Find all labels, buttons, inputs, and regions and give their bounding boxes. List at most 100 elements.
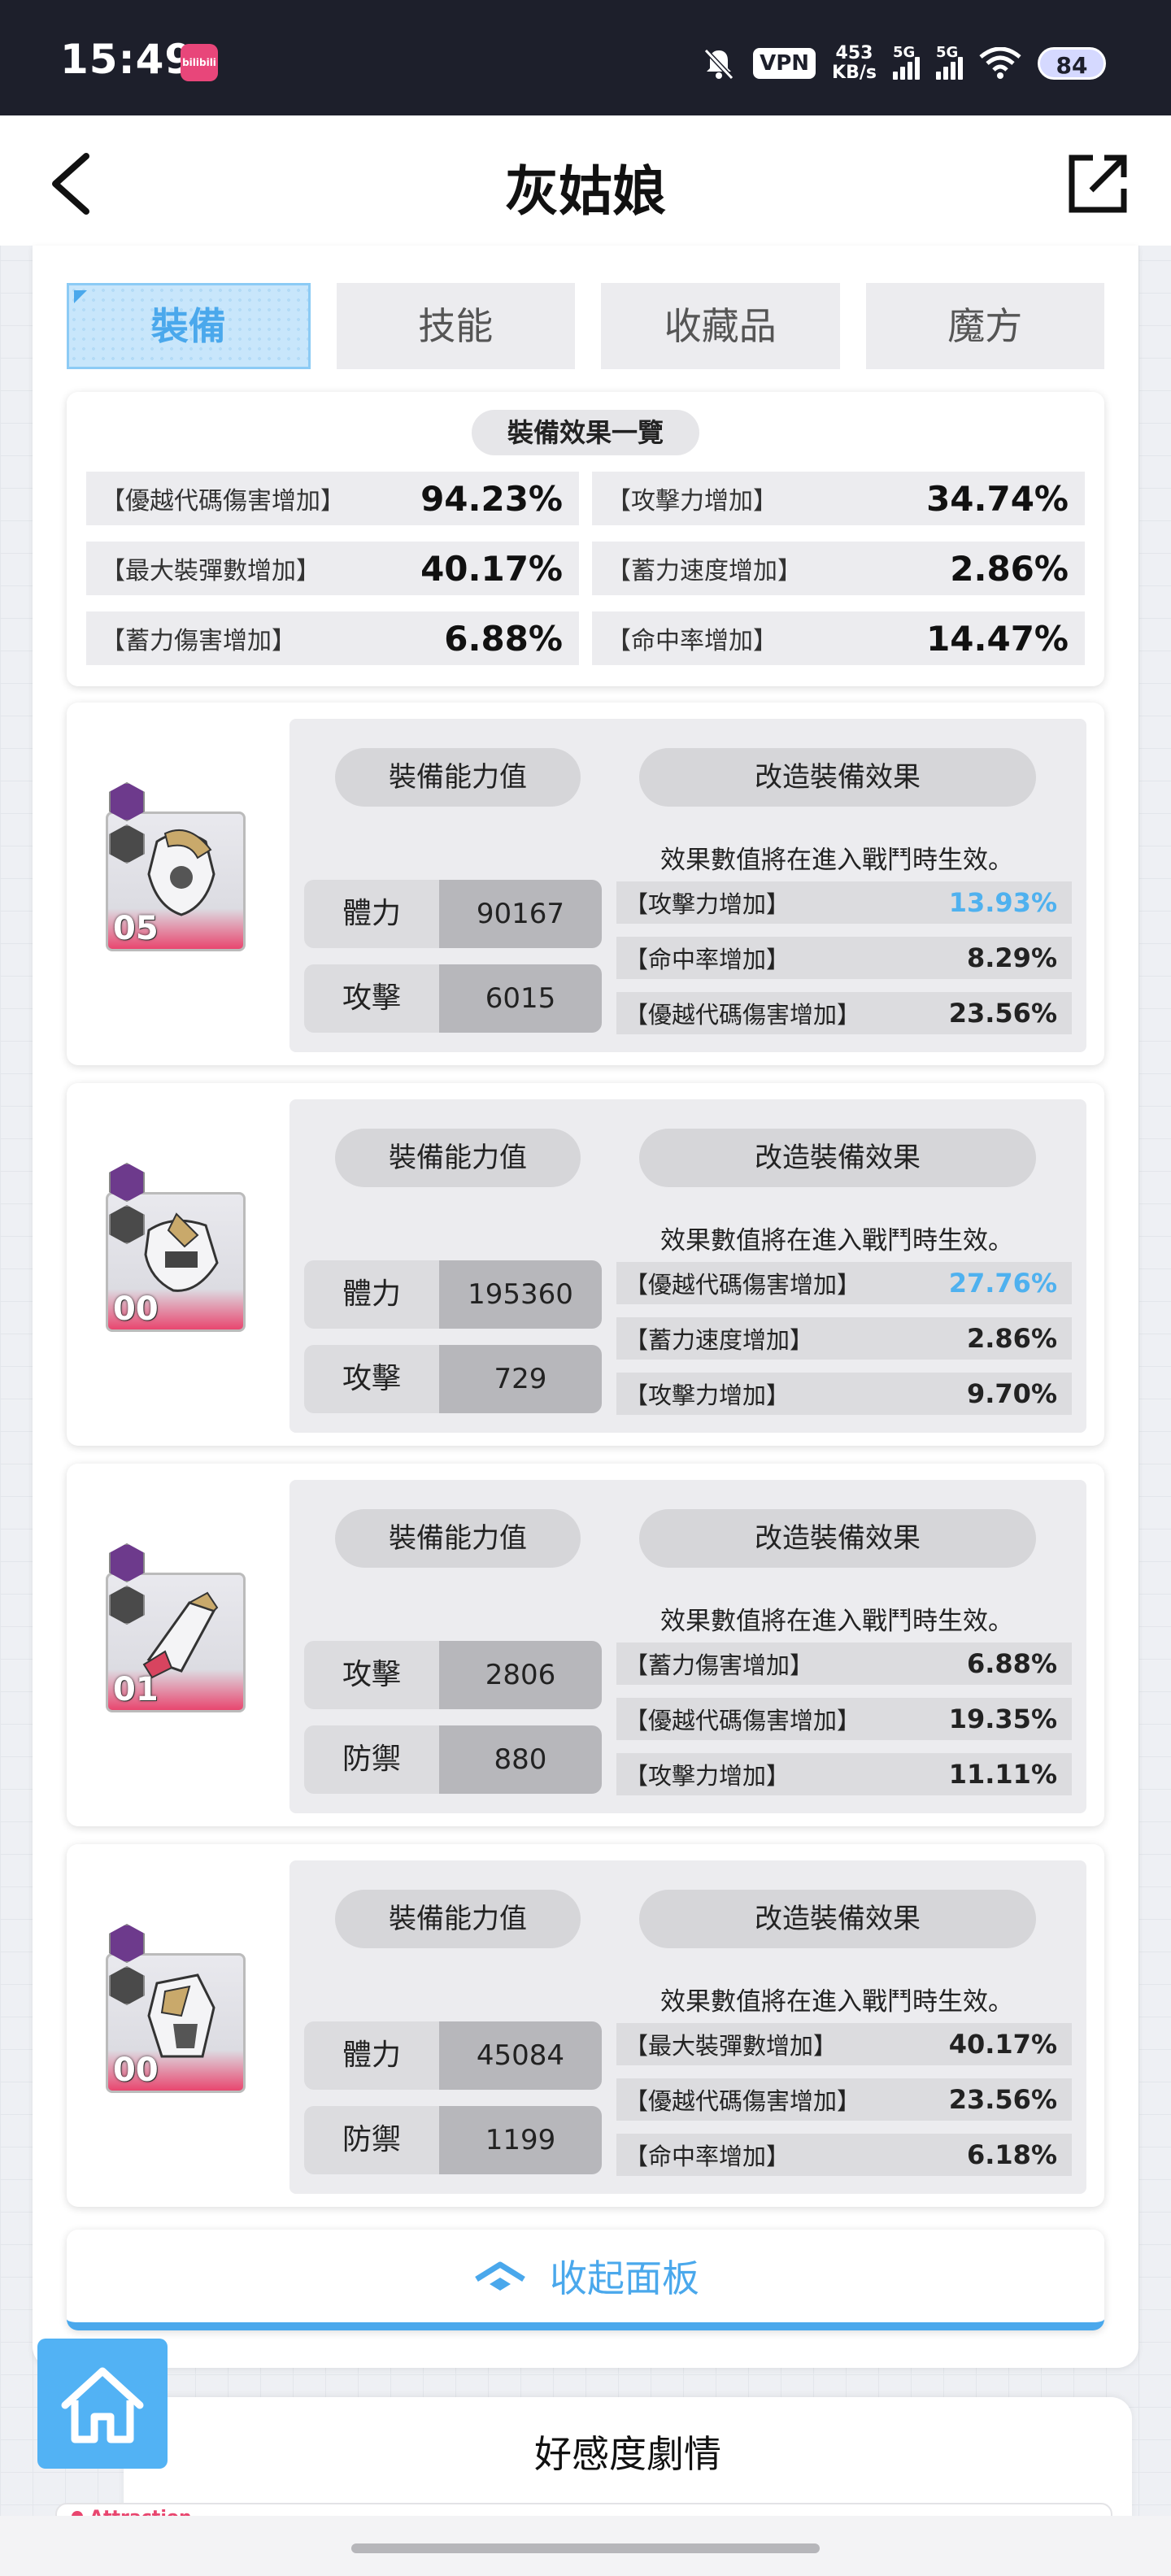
summary-row: 【優越代碼傷害增加】 94.23% xyxy=(86,472,579,525)
mod-row: 【命中率增加】 8.29% xyxy=(616,937,1072,979)
external-link-icon[interactable] xyxy=(1065,151,1130,216)
mod-label: 【優越代碼傷害增加】 xyxy=(625,2087,861,2115)
system-nav-bar xyxy=(0,2516,1171,2576)
mod-label: 【蓄力速度增加】 xyxy=(625,1326,814,1354)
stat-value: 729 xyxy=(439,1345,602,1413)
stat-value: 880 xyxy=(439,1725,602,1794)
mod-value: 8.29% xyxy=(966,942,1057,973)
mod-label: 【蓄力傷害增加】 xyxy=(625,1651,814,1679)
mod-value: 19.35% xyxy=(948,1704,1057,1734)
mod-row: 【優越代碼傷害增加】 23.56% xyxy=(616,992,1072,1034)
stat-row: 防禦 880 xyxy=(304,1725,602,1794)
mods-label: 改造裝備效果 xyxy=(639,748,1036,807)
mod-row: 【命中率增加】 6.18% xyxy=(616,2134,1072,2176)
mod-row: 【優越代碼傷害增加】 27.76% xyxy=(616,1262,1072,1304)
equipment-image-icon xyxy=(147,1973,215,2058)
tab-collection[interactable]: 收藏品 xyxy=(601,283,840,369)
net-speed: 453 KB/s xyxy=(832,44,877,83)
stat-value: 90167 xyxy=(439,880,602,948)
stat-row: 體力 90167 xyxy=(304,880,602,948)
wifi-icon xyxy=(979,47,1021,79)
stat-name: 攻擊 xyxy=(304,1345,439,1413)
mod-value: 9.70% xyxy=(966,1378,1057,1409)
effect-notice: 效果數值將在進入戰鬥時生效。 xyxy=(660,1226,1013,1255)
stat-row: 攻擊 6015 xyxy=(304,964,602,1033)
signal-label-1: 5G xyxy=(893,44,916,61)
stat-value: 1199 xyxy=(439,2106,602,2174)
summary-title: 裝備效果一覽 xyxy=(472,410,699,455)
mod-label: 【命中率增加】 xyxy=(625,946,790,973)
stat-name: 體力 xyxy=(304,2021,439,2090)
tab-skills[interactable]: 技能 xyxy=(336,283,575,369)
mod-value: 23.56% xyxy=(948,2084,1057,2115)
stat-name: 體力 xyxy=(304,880,439,948)
equipment-effect-summary: 裝備效果一覽 【優越代碼傷害增加】 94.23% 【攻擊力增加】 34.74% … xyxy=(67,392,1104,686)
summary-label: 【攻擊力增加】 xyxy=(607,487,777,516)
tab-cube[interactable]: 魔方 xyxy=(865,283,1104,369)
stat-row: 攻擊 729 xyxy=(304,1345,602,1413)
equipment-level: 00 xyxy=(113,1290,159,1328)
bell-off-icon xyxy=(703,48,734,80)
stat-name: 防禦 xyxy=(304,1725,439,1794)
app-header: 灰姑娘 xyxy=(0,115,1171,246)
stat-row: 防禦 1199 xyxy=(304,2106,602,2174)
net-speed-unit: KB/s xyxy=(832,63,877,83)
mod-row: 【優越代碼傷害增加】 19.35% xyxy=(616,1698,1072,1740)
mod-row: 【攻擊力增加】 11.11% xyxy=(616,1753,1072,1795)
mod-value: 6.18% xyxy=(966,2139,1057,2170)
mod-value: 13.93% xyxy=(948,887,1057,918)
summary-label: 【蓄力傷害增加】 xyxy=(101,627,296,655)
equipment-image-icon xyxy=(147,829,215,916)
home-button[interactable] xyxy=(37,2339,168,2469)
collapse-panel-button[interactable]: 收起面板 xyxy=(67,2230,1104,2330)
equipment-details: 裝備能力值 改造裝備效果 效果數值將在進入戰鬥時生效。 體力 90167 攻擊 … xyxy=(289,719,1086,1052)
stat-name: 攻擊 xyxy=(304,964,439,1033)
summary-row: 【命中率增加】 14.47% xyxy=(592,611,1085,665)
equipment-image-icon xyxy=(144,1212,219,1292)
mod-value: 27.76% xyxy=(948,1268,1057,1299)
vpn-badge: VPN xyxy=(753,48,816,79)
mod-value: 6.88% xyxy=(966,1648,1057,1679)
summary-row: 【蓄力傷害增加】 6.88% xyxy=(86,611,579,665)
battery-indicator: 84 xyxy=(1038,47,1106,80)
signal-label-2: 5G xyxy=(936,44,959,61)
signal-icon-1: 5G xyxy=(893,44,920,80)
mod-row: 【攻擊力增加】 13.93% xyxy=(616,881,1072,924)
stat-value: 6015 xyxy=(439,964,602,1033)
stat-value: 2806 xyxy=(439,1641,602,1709)
stats-label: 裝備能力值 xyxy=(335,748,581,807)
signal-icon-2: 5G xyxy=(936,44,963,80)
stat-value: 195360 xyxy=(439,1260,602,1329)
mods-label: 改造裝備效果 xyxy=(639,1890,1036,1948)
equipment-image-icon xyxy=(142,1591,219,1679)
mod-label: 【優越代碼傷害增加】 xyxy=(625,1707,861,1734)
mod-value: 11.11% xyxy=(948,1759,1057,1790)
stat-name: 防禦 xyxy=(304,2106,439,2174)
page-title: 灰姑娘 xyxy=(505,160,666,223)
mod-label: 【優越代碼傷害增加】 xyxy=(625,1271,861,1299)
character-detail-panel: 裝備 技能 收藏品 魔方 裝備效果一覽 【優越代碼傷害增加】 94.23% 【攻… xyxy=(33,246,1138,2368)
net-speed-value: 453 xyxy=(835,43,873,63)
equipment-level: 01 xyxy=(113,1671,159,1708)
summary-value: 6.88% xyxy=(444,618,563,659)
summary-row: 【最大裝彈數增加】 40.17% xyxy=(86,542,579,595)
equipment-card: 00 裝備能力值 改造裝備效果 效果數值將在進入戰鬥時生效。 體力 195360… xyxy=(67,1083,1104,1446)
stat-row: 體力 195360 xyxy=(304,1260,602,1329)
equipment-level: 00 xyxy=(113,2052,159,2089)
stat-row: 體力 45084 xyxy=(304,2021,602,2090)
effect-notice: 效果數值將在進入戰鬥時生效。 xyxy=(660,846,1013,875)
summary-row: 【攻擊力增加】 34.74% xyxy=(592,472,1085,525)
stat-row: 攻擊 2806 xyxy=(304,1641,602,1709)
equipment-details: 裝備能力值 改造裝備效果 效果數值將在進入戰鬥時生效。 體力 195360 攻擊… xyxy=(289,1099,1086,1433)
mod-value: 40.17% xyxy=(948,2029,1057,2060)
tab-equipment[interactable]: 裝備 xyxy=(67,283,311,369)
summary-value: 40.17% xyxy=(420,548,563,589)
summary-value: 2.86% xyxy=(950,548,1069,589)
mod-row: 【蓄力傷害增加】 6.88% xyxy=(616,1643,1072,1685)
mod-label: 【優越代碼傷害增加】 xyxy=(625,1001,861,1029)
home-indicator[interactable] xyxy=(351,2543,820,2553)
mod-value: 2.86% xyxy=(966,1323,1057,1354)
equipment-level: 05 xyxy=(113,910,159,947)
summary-label: 【命中率增加】 xyxy=(607,627,777,655)
mod-label: 【攻擊力增加】 xyxy=(625,1382,790,1409)
